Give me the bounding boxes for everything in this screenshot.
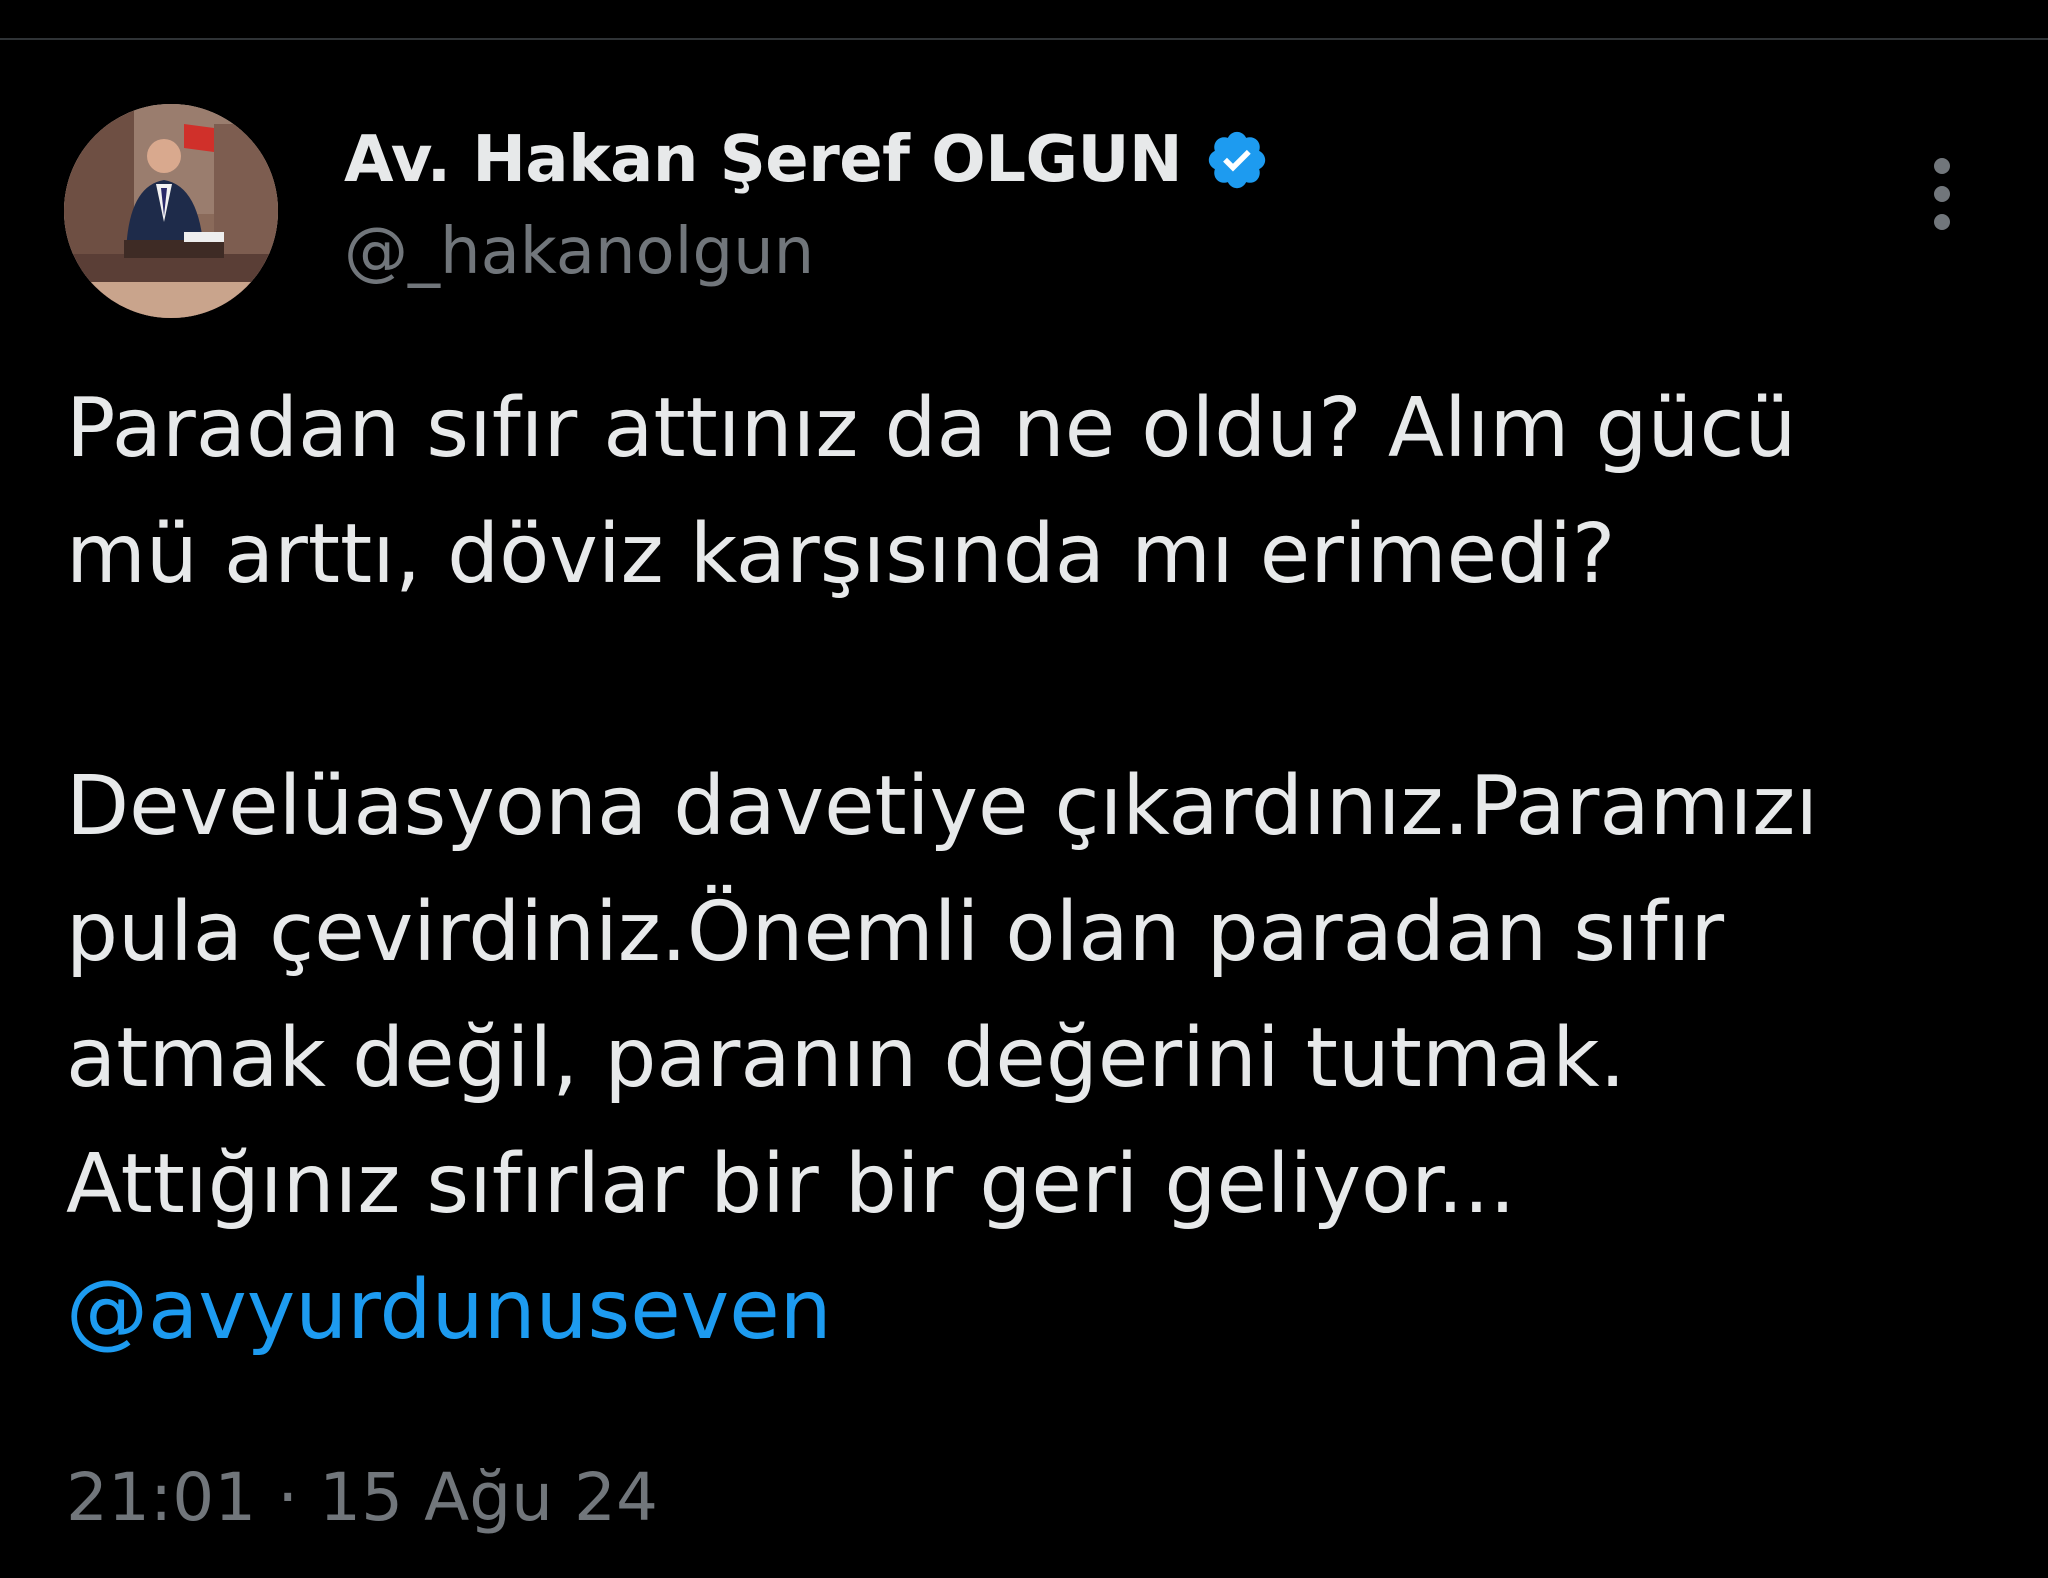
tweet-text-line: pula çevirdiniz.Önemli olan paradan sıfı… [66,885,1725,980]
name-row: Av. Hakan Şeref OLGUN [344,112,1844,208]
author-display-name[interactable]: Av. Hakan Şeref OLGUN [344,123,1183,197]
tweet-time[interactable]: 21:01 [66,1459,256,1536]
meta-separator: · [277,1459,299,1536]
author-handle[interactable]: @_hakanolgun [344,208,1844,296]
tweet-text-line: Attığınız sıfırlar bir bir geri geliyor.… [66,1137,1516,1232]
more-vertical-icon [1934,158,1950,230]
avatar[interactable] [64,104,278,318]
tweet-text-line: atmak değil, paranın değerini tutmak. [66,1011,1626,1106]
tweet-timestamp: 21:01 · 15 Ağu 24 [66,1448,658,1548]
tweet-text-line: Develüasyona davetiye çıkardınız.Paramız… [66,759,1819,854]
avatar-photo [64,104,278,318]
tweet-date[interactable]: 15 Ağu 24 [319,1459,658,1536]
more-options-button[interactable] [1920,152,1964,242]
tweet-text-line: Paradan sıfır attınız da ne oldu? Alım g… [66,381,1797,476]
tweet-header: Av. Hakan Şeref OLGUN @_hakanolgun [344,112,1844,296]
paragraph-break [66,618,1986,744]
tweet-text-line: mü arttı, döviz karşısında mı erimedi? [66,507,1616,602]
mention-link[interactable]: @avyurdunuseven [66,1248,1986,1374]
verified-badge-icon[interactable] [1204,127,1270,193]
top-divider [0,38,2048,40]
tweet-text: Paradan sıfır attınız da ne oldu? Alım g… [66,366,1986,1374]
